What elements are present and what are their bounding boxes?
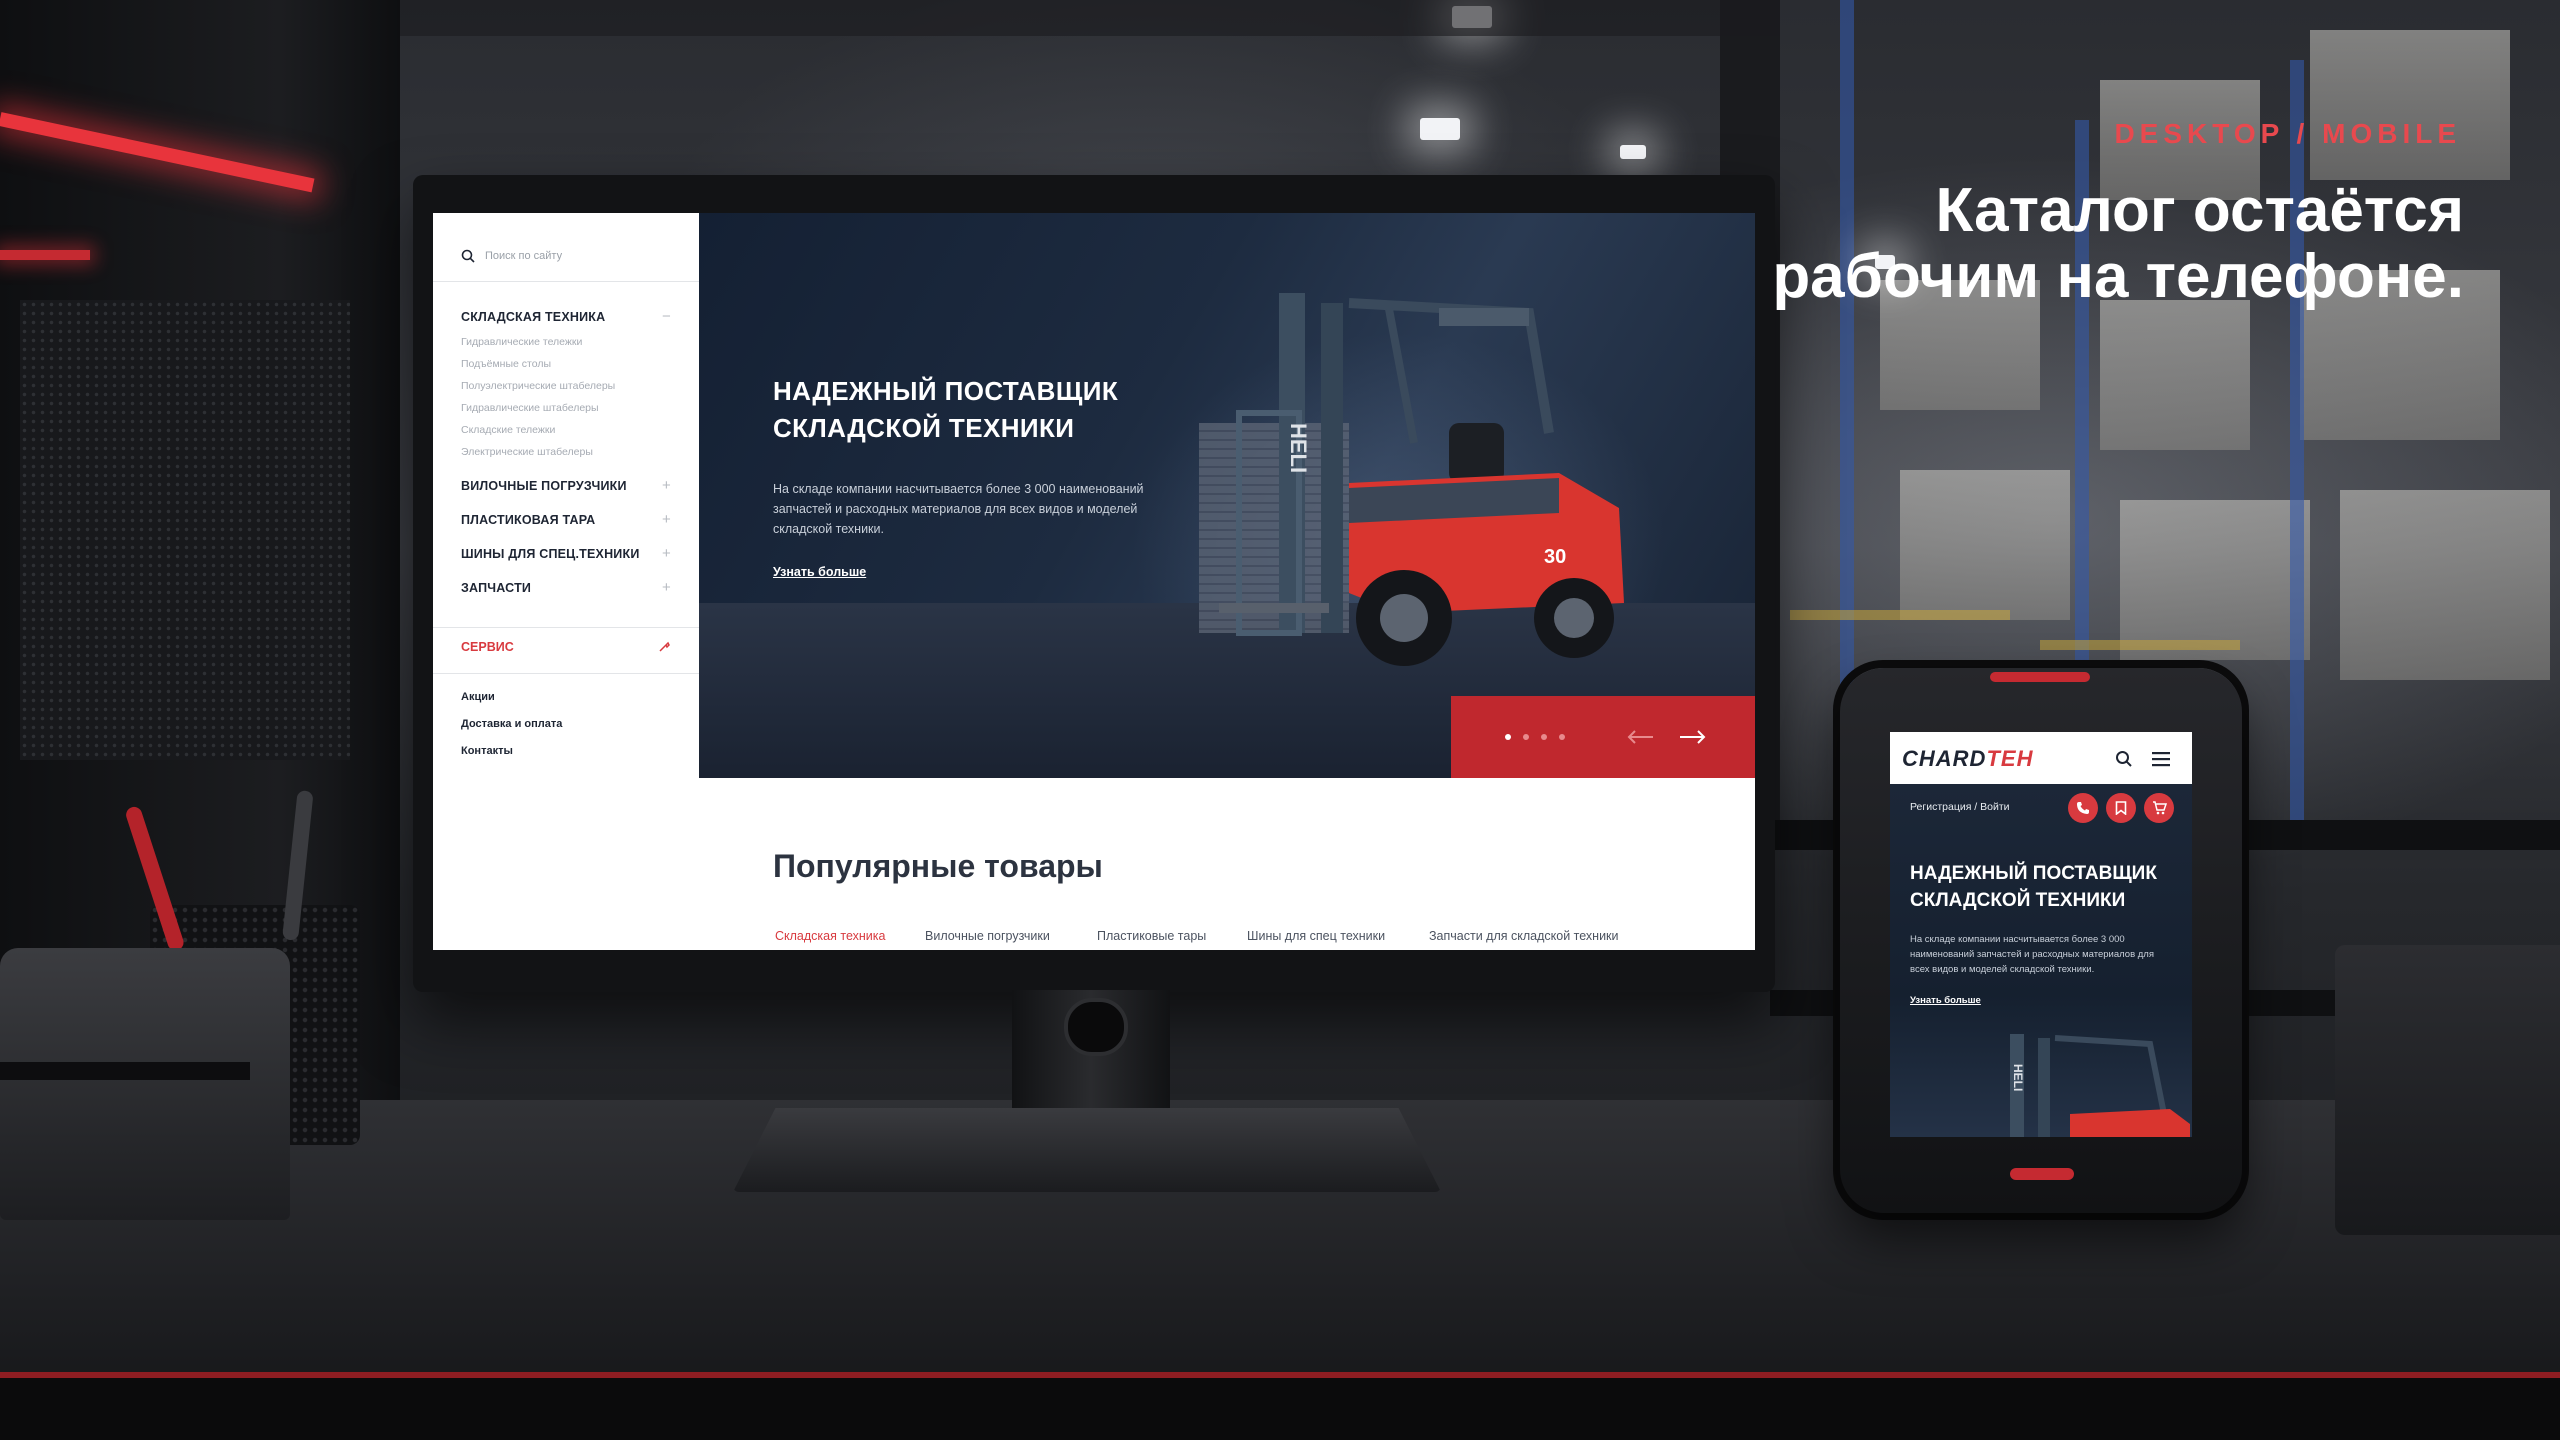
logo-left-text: CHARD	[1902, 746, 1987, 771]
category-tires[interactable]: ШИНЫ ДЛЯ СПЕЦ.ТЕХНИКИ +	[461, 545, 671, 562]
search-input[interactable]: Поиск по сайту	[485, 250, 562, 262]
arrow-left-icon[interactable]	[1626, 729, 1654, 745]
forklift-image: HELI	[2010, 1034, 2190, 1137]
popular-products-title: Популярные товары	[773, 848, 1103, 884]
slide-dot[interactable]	[1559, 734, 1565, 740]
tab-plastic-containers[interactable]: Пластиковые тары	[1097, 929, 1206, 943]
cart-button[interactable]	[2144, 793, 2174, 823]
forklift-brand: HELI	[1286, 423, 1311, 473]
slide-dot[interactable]	[1523, 734, 1529, 740]
label-printer	[0, 948, 290, 1220]
slider-controls	[1451, 696, 1755, 778]
logo-right-text: TEH	[1986, 746, 2034, 771]
search-icon	[461, 249, 475, 263]
left-mesh-panel	[20, 300, 350, 760]
arrow-right-icon[interactable]	[1679, 729, 1707, 745]
printer-slot	[0, 1062, 250, 1080]
mobile-hero-title: НАДЕЖНЫЙ ПОСТАВЩИК СКЛАДСКОЙ ТЕХНИКИ	[1910, 863, 2157, 911]
subcategory-item[interactable]: Гидравлические штабелеры	[461, 402, 599, 414]
red-led-strip-small	[0, 250, 90, 260]
menu-icon[interactable]	[2152, 751, 2170, 767]
logo[interactable]: CHARDTEH	[1902, 746, 2033, 772]
subcategory-item[interactable]: Электрические штабелеры	[461, 446, 593, 458]
tablet-led	[1990, 672, 2090, 682]
expand-icon[interactable]: +	[662, 511, 671, 528]
expand-icon[interactable]: +	[662, 579, 671, 596]
service-label: СЕРВИС	[461, 640, 514, 654]
category-label: ШИНЫ ДЛЯ СПЕЦ.ТЕХНИКИ	[461, 546, 640, 561]
divider	[433, 627, 699, 628]
slide-dot[interactable]	[1541, 734, 1547, 740]
section-caption: Каталог остаётся рабочим на телефоне.	[1772, 176, 2464, 311]
tab-forklifts[interactable]: Вилочные погрузчики	[925, 929, 1050, 943]
favorites-button[interactable]	[2106, 793, 2136, 823]
category-spare-parts[interactable]: ЗАПЧАСТИ +	[461, 579, 671, 596]
hero-banner: HELI 30 НАДЕЖНЫЙ ПОСТАВЩИК СКЛАДСКОЙ ТЕХ…	[699, 213, 1755, 778]
search-bar[interactable]: Поиск по сайту	[461, 249, 562, 263]
tablet-home-button	[2010, 1168, 2074, 1180]
monitor-stand-hole	[1064, 998, 1128, 1056]
subcategory-item[interactable]: Полуэлектрические штабелеры	[461, 380, 615, 392]
monitor-stand-base	[733, 1108, 1441, 1192]
learn-more-link[interactable]: Узнать больше	[773, 565, 866, 579]
hero-description: На складе компании насчитывается более 3…	[773, 482, 1144, 536]
auth-links[interactable]: Регистрация / Войти	[1910, 801, 2010, 813]
tab-tires[interactable]: Шины для спец техники	[1247, 929, 1385, 943]
forklift-brand: HELI	[2011, 1064, 2025, 1091]
category-label: СКЛАДСКАЯ ТЕХНИКА	[461, 309, 606, 324]
category-warehouse-equipment[interactable]: СКЛАДСКАЯ ТЕХНИКА −	[461, 308, 671, 325]
link-contacts[interactable]: Контакты	[461, 745, 513, 757]
section-kicker: DESKTOP / MOBILE	[2114, 118, 2461, 149]
desk-front	[0, 1378, 2560, 1440]
phone-button[interactable]	[2068, 793, 2098, 823]
link-delivery[interactable]: Доставка и оплата	[461, 718, 562, 730]
wrench-icon	[659, 641, 670, 652]
divider	[433, 281, 699, 282]
subcategory-item[interactable]: Подъёмные столы	[461, 358, 551, 370]
phone-icon	[2077, 802, 2089, 814]
tab-warehouse-equipment[interactable]: Складская техника	[775, 929, 885, 943]
desktop-sidebar: Поиск по сайту СКЛАДСКАЯ ТЕХНИКА − Гидра…	[433, 213, 699, 950]
category-forklifts[interactable]: ВИЛОЧНЫЕ ПОГРУЗЧИКИ +	[461, 477, 671, 494]
category-label: ПЛАСТИКОВАЯ ТАРА	[461, 512, 596, 527]
search-icon[interactable]	[2115, 750, 2133, 768]
desktop-screen: Поиск по сайту СКЛАДСКАЯ ТЕХНИКА − Гидра…	[433, 213, 1755, 950]
service-link[interactable]: СЕРВИС	[461, 640, 671, 654]
mobile-hero-description: На складе компании насчитывается более 3…	[1910, 934, 2154, 975]
slide-dot[interactable]	[1505, 734, 1511, 740]
category-plastic-containers[interactable]: ПЛАСТИКОВАЯ ТАРА +	[461, 511, 671, 528]
bookmark-icon	[2115, 801, 2127, 815]
collapse-icon[interactable]: −	[662, 308, 671, 325]
mobile-learn-more-link[interactable]: Узнать больше	[1910, 995, 1981, 1006]
subcategory-item[interactable]: Складские тележки	[461, 424, 555, 436]
category-label: ВИЛОЧНЫЕ ПОГРУЗЧИКИ	[461, 478, 627, 493]
cart-icon	[2152, 801, 2167, 815]
subcategory-item[interactable]: Гидравлические тележки	[461, 336, 582, 348]
category-label: ЗАПЧАСТИ	[461, 580, 532, 595]
hero-title: НАДЕЖНЫЙ ПОСТАВЩИК СКЛАДСКОЙ ТЕХНИКИ	[773, 376, 1119, 443]
expand-icon[interactable]: +	[662, 477, 671, 494]
forklift-model: 30	[1544, 546, 1566, 568]
forklift-image: HELI 30	[1219, 293, 1624, 666]
mobile-header: CHARDTEH	[1890, 732, 2192, 785]
tab-spare-parts[interactable]: Запчасти для складской техники	[1429, 929, 1619, 943]
expand-icon[interactable]: +	[662, 545, 671, 562]
mobile-screen: CHARDTEH HELI Регистрация / Войти НАДЕЖН…	[1890, 732, 2192, 1137]
link-promotions[interactable]: Акции	[461, 691, 495, 703]
storage-bin	[2335, 945, 2560, 1235]
divider	[433, 673, 699, 674]
